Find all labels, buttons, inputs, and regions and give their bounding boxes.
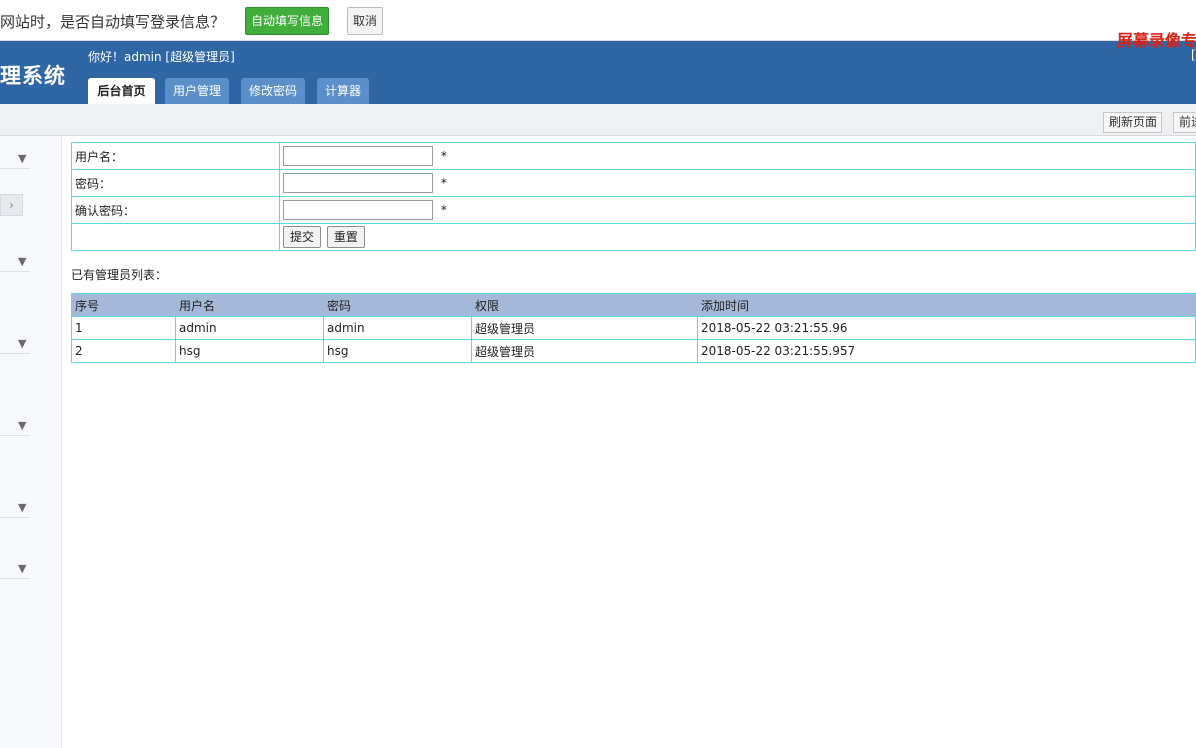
required-mark: * (440, 148, 447, 163)
submit-button[interactable]: 提交 (283, 226, 322, 248)
page-toolbar: 刷新页面 前进 (0, 104, 1196, 136)
cell-index: 1 (71, 316, 176, 340)
cell-username: hsg (175, 339, 324, 363)
menu-expand-icon[interactable]: ▼ (18, 337, 26, 350)
sidebar-collapse-icon[interactable]: › (0, 194, 23, 216)
menu-expand-icon[interactable]: ▼ (18, 501, 26, 514)
password-input[interactable] (283, 173, 433, 193)
sidebar-divider (0, 271, 30, 272)
confirm-password-input[interactable] (283, 200, 433, 220)
cell-password: hsg (323, 339, 472, 363)
forward-button[interactable]: 前进 (1173, 112, 1196, 133)
required-mark: * (440, 175, 447, 190)
column-header-index: 序号 (71, 293, 176, 317)
sidebar-divider (0, 578, 30, 579)
tab-change-password[interactable]: 修改密码 (241, 78, 305, 104)
menu-expand-icon[interactable]: ▼ (18, 255, 26, 268)
cell-added-time: 2018-05-22 03:21:55.96 (697, 316, 1196, 340)
cell-password: admin (323, 316, 472, 340)
tab-calculator[interactable]: 计算器 (317, 78, 369, 104)
screen-recorder-watermark: 屏幕录像专 (1117, 31, 1196, 50)
column-header-permission: 权限 (471, 293, 698, 317)
confirm-password-label: 确认密码： (71, 196, 280, 224)
autofill-button[interactable]: 自动填写信息 (245, 7, 329, 35)
user-greeting: 你好！admin [超级管理员] (88, 50, 235, 64)
reset-button[interactable]: 重置 (326, 226, 365, 248)
username-cell: * (279, 142, 1196, 170)
column-header-added-time: 添加时间 (697, 293, 1196, 317)
cell-username: admin (175, 316, 324, 340)
sidebar-divider (0, 353, 30, 354)
required-mark: * (440, 202, 447, 217)
menu-expand-icon[interactable]: ▼ (18, 562, 26, 575)
add-admin-form: 用户名： * 密码： * 确认密码： * 提交 重置 (71, 142, 1196, 251)
menu-expand-icon[interactable]: ▼ (18, 152, 26, 165)
column-header-password: 密码 (323, 293, 472, 317)
menu-expand-icon[interactable]: ▼ (18, 419, 26, 432)
column-header-username: 用户名 (175, 293, 324, 317)
refresh-page-button[interactable]: 刷新页面 (1103, 112, 1162, 133)
tab-user-management[interactable]: 用户管理 (165, 78, 229, 104)
username-input[interactable] (283, 146, 433, 166)
cell-permission: 超级管理员 (471, 316, 698, 340)
username-label: 用户名： (71, 142, 280, 170)
table-row: 1 admin admin 超级管理员 2018-05-22 03:21:55.… (71, 316, 1196, 340)
cell-permission: 超级管理员 (471, 339, 698, 363)
autofill-cancel-button[interactable]: 取消 (347, 7, 383, 35)
app-header: 理系统 你好！admin [超级管理员] [ 屏幕录像专 后台首页 用户管理 修… (0, 31, 1196, 104)
password-label: 密码： (71, 169, 280, 197)
tab-home[interactable]: 后台首页 (88, 78, 155, 104)
cell-added-time: 2018-05-22 03:21:55.957 (697, 339, 1196, 363)
password-cell: * (279, 169, 1196, 197)
cell-index: 2 (71, 339, 176, 363)
sidebar-divider (0, 435, 30, 436)
empty-label-cell (71, 223, 280, 251)
admin-list-table: 序号 用户名 密码 权限 添加时间 1 admin admin 超级管理员 20… (71, 293, 1196, 363)
table-header-row: 序号 用户名 密码 权限 添加时间 (71, 293, 1196, 317)
sidebar-divider (0, 517, 30, 518)
sidebar-divider (0, 168, 30, 169)
system-title: 理系统 (0, 64, 66, 88)
admin-list-title: 已有管理员列表： (71, 268, 168, 282)
table-row: 2 hsg hsg 超级管理员 2018-05-22 03:21:55.957 (71, 339, 1196, 363)
form-actions: 提交 重置 (279, 223, 1196, 251)
confirm-password-cell: * (279, 196, 1196, 224)
autofill-prompt-bar: 网站时，是否自动填写登录信息？ 自动填写信息 取消 (0, 0, 1196, 41)
autofill-message: 网站时，是否自动填写登录信息？ (0, 13, 226, 31)
sidebar: ▼ › ▼ ▼ ▼ ▼ ▼ (0, 136, 62, 748)
